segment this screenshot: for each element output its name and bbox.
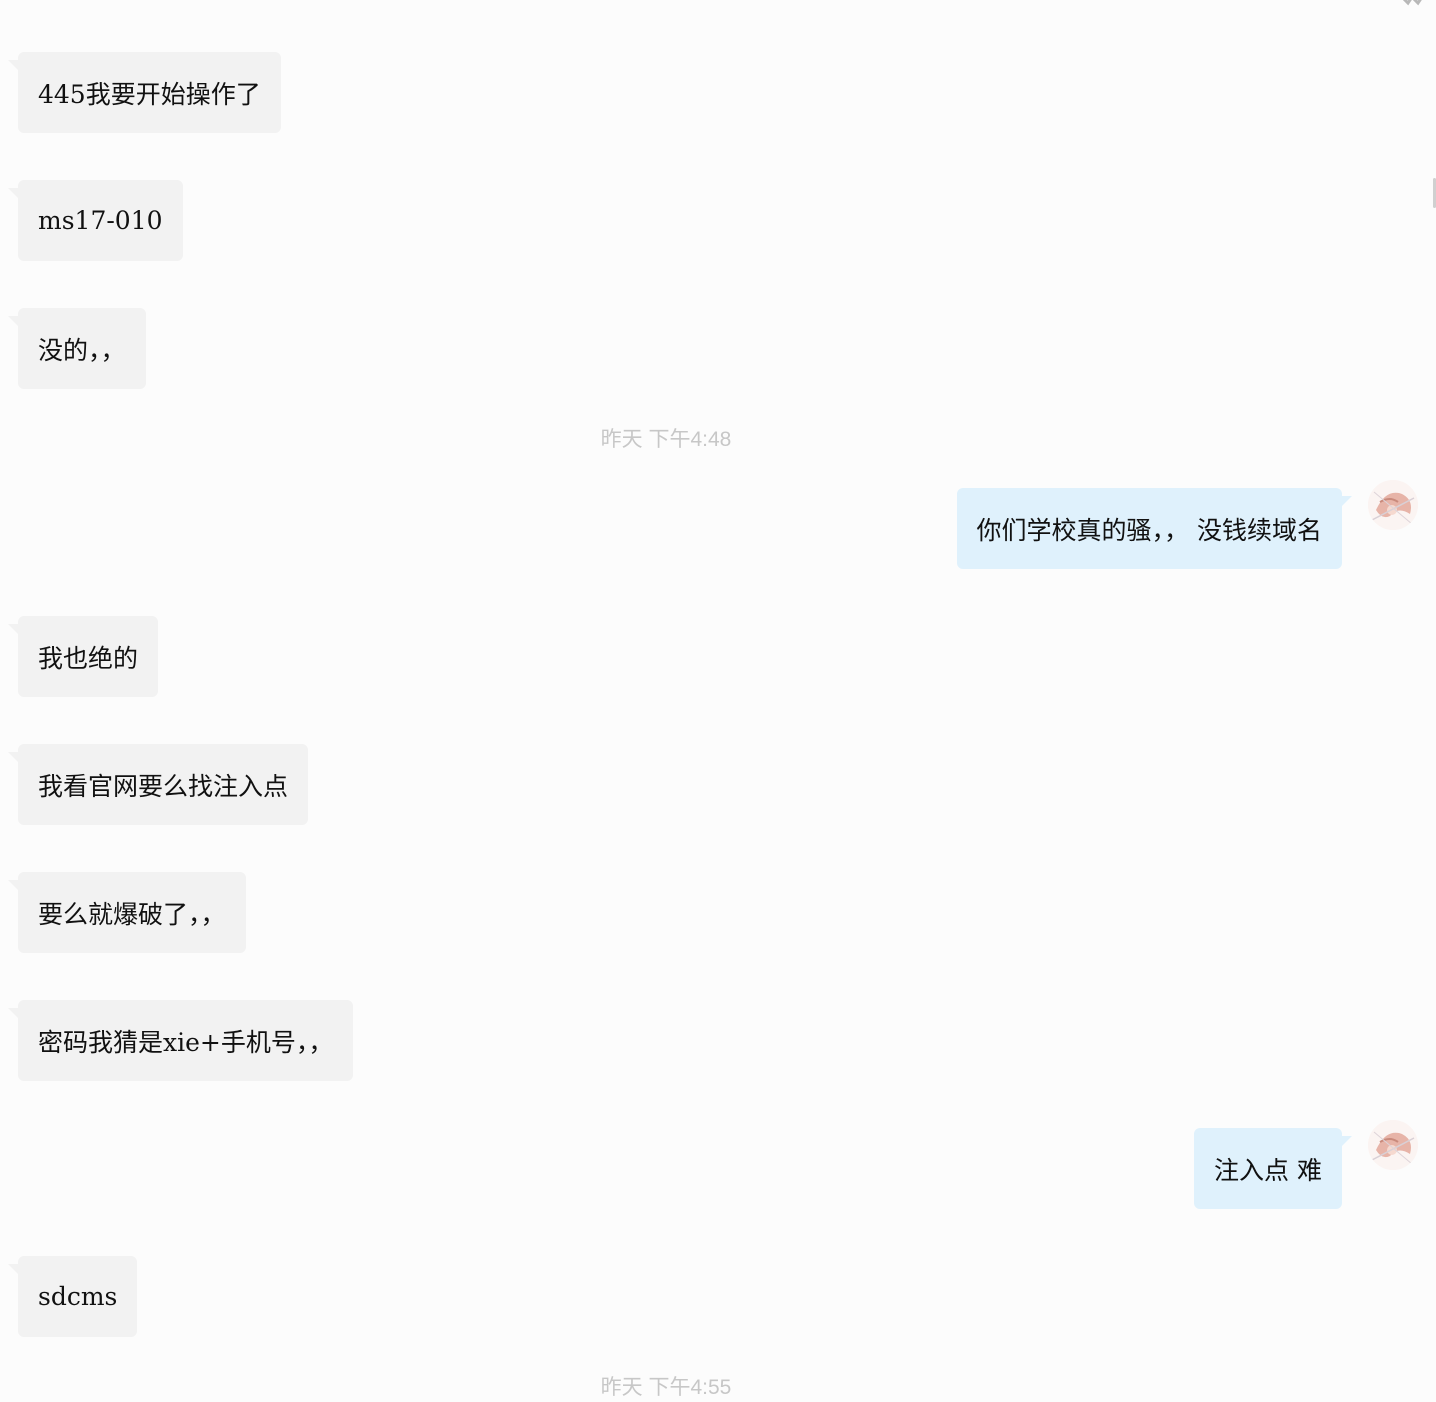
message-bubble-outgoing[interactable]: 注入点 难: [1194, 1128, 1352, 1209]
chat-window: { "messages": [ {"text": "445我要开始操作了", "…: [0, 0, 1436, 1402]
message-text: 我看官网要么找注入点: [38, 771, 289, 801]
message-text: 我也绝的: [38, 643, 139, 673]
message-text: sdcms: [38, 1282, 118, 1311]
message-bubble-incoming[interactable]: ms17-010: [8, 180, 183, 261]
user-avatar-icon[interactable]: [1368, 480, 1418, 530]
message-bubble-incoming[interactable]: sdcms: [8, 1256, 138, 1337]
message-text: 注入点 难: [1214, 1155, 1322, 1185]
message-text: 要么就爆破了，，: [38, 899, 226, 929]
message-text: 445我要开始操作了: [38, 79, 261, 109]
message-text: 你们学校真的骚，， 没钱续域名: [976, 515, 1322, 545]
timestamp: 昨天 下午4:55: [600, 1376, 732, 1399]
message-bubble-incoming[interactable]: 445我要开始操作了: [8, 52, 281, 133]
message-text: ms17-010: [38, 206, 163, 235]
message-bubble-incoming[interactable]: 我看官网要么找注入点: [8, 744, 309, 825]
message-bubble-incoming[interactable]: 要么就爆破了，，: [8, 872, 246, 953]
message-bubble-incoming[interactable]: 我也绝的: [8, 616, 159, 697]
message-bubble-incoming[interactable]: 密码我猜是xie+手机号，，: [8, 1000, 354, 1081]
user-avatar-icon[interactable]: [1368, 1120, 1418, 1170]
message-bubble-outgoing[interactable]: 你们学校真的骚，， 没钱续域名: [956, 488, 1352, 569]
message-bubble-incoming[interactable]: 没的，，: [8, 308, 146, 389]
window-corner-icon[interactable]: [1398, 0, 1424, 6]
message-text: 没的，，: [38, 335, 126, 365]
message-text: 密码我猜是xie+手机号，，: [38, 1027, 334, 1057]
timestamp: 昨天 下午4:48: [600, 428, 732, 451]
